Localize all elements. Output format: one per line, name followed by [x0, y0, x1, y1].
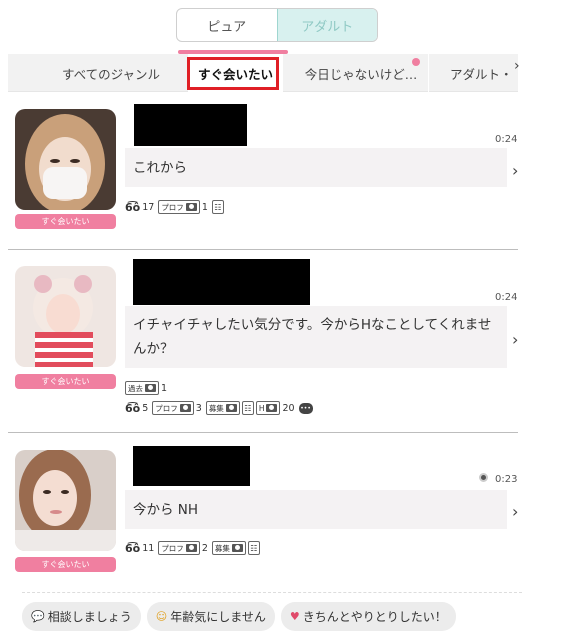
- quick-reply-age[interactable]: ☺ 年齢気にしません: [146, 602, 275, 631]
- message-preview[interactable]: これから: [125, 148, 507, 187]
- quick-reply-list: 💬 相談しましょう ☺ 年齢気にしません ♥ きちんとやりとりしたい！: [22, 602, 456, 631]
- comment-icon: •••: [298, 402, 313, 414]
- profile-photo-count: 2: [201, 542, 208, 554]
- post-time: 0:24: [495, 292, 518, 303]
- quick-reply-label: きちんとやりとりしたい！: [302, 610, 447, 624]
- card-divider: [8, 432, 518, 433]
- camera-icon: [179, 404, 191, 412]
- tab-adult[interactable]: アダルト・: [438, 54, 513, 92]
- document-icon: ☷: [211, 200, 224, 214]
- profile-photo-label: プロフ: [161, 543, 184, 553]
- status-badge: すぐ会いたい: [15, 374, 116, 389]
- camera-icon: [225, 404, 237, 412]
- recruit-photo-chip[interactable]: 募集: [211, 541, 246, 555]
- avatar[interactable]: [15, 450, 116, 551]
- past-photo-chip[interactable]: 過去: [125, 381, 159, 395]
- profile-photo-label: プロフ: [161, 202, 184, 212]
- selected-tab-highlight: [187, 57, 279, 90]
- h-photo-label: H: [258, 403, 265, 413]
- recruit-photo-label: 募集: [214, 543, 230, 553]
- quick-reply-label: 相談しましょう: [47, 610, 132, 624]
- post-time: 0:23: [495, 474, 518, 485]
- camera-icon: [185, 544, 197, 552]
- redacted-username: [133, 446, 250, 486]
- h-photo-count: 20: [282, 402, 295, 414]
- camera-icon: [185, 203, 197, 211]
- h-photo-chip[interactable]: H: [255, 401, 281, 415]
- mode-pure-button[interactable]: ピュア: [177, 9, 277, 41]
- post-stats: 6͡ô 17 プロフ 1 ☷: [125, 200, 224, 214]
- record-icon: [479, 473, 488, 482]
- recruit-photo-chip[interactable]: 募集: [205, 401, 240, 415]
- divider: [22, 592, 522, 593]
- chevron-right-icon[interactable]: ›: [512, 330, 518, 349]
- mode-adult-button[interactable]: アダルト: [276, 9, 377, 41]
- camera-icon: [266, 404, 278, 412]
- document-icon: ☷: [247, 541, 260, 555]
- new-indicator-dot: [412, 58, 420, 66]
- views-icon: 6͡ô: [125, 541, 141, 555]
- profile-photo-chip[interactable]: プロフ: [158, 200, 200, 214]
- post-stats: 6͡ô 11 プロフ 2 募集 ☷: [125, 541, 260, 555]
- message-preview[interactable]: 今から NH: [125, 490, 507, 529]
- views-count: 17: [142, 201, 155, 213]
- views-icon: 6͡ô: [125, 401, 141, 415]
- quick-reply-label: 年齢気にしません: [170, 610, 266, 624]
- views-count: 11: [142, 542, 155, 554]
- document-icon: ☷: [241, 401, 254, 415]
- heart-icon: ♥: [289, 610, 300, 623]
- camera-icon: [231, 544, 243, 552]
- recruit-photo-label: 募集: [208, 403, 224, 413]
- quick-reply-consult[interactable]: 💬 相談しましょう: [22, 602, 141, 631]
- status-badge: すぐ会いたい: [15, 557, 116, 572]
- profile-photo-label: プロフ: [155, 403, 178, 413]
- card-divider: [8, 249, 518, 250]
- views-count: 5: [142, 402, 149, 414]
- status-badge: すぐ会いたい: [15, 214, 116, 229]
- post-time: 0:24: [495, 134, 518, 145]
- tab-all-genres[interactable]: すべてのジャンル: [56, 54, 166, 92]
- smile-face-icon: ☺: [155, 610, 168, 623]
- profile-photo-chip[interactable]: プロフ: [152, 401, 194, 415]
- speech-bubble-icon: 💬: [31, 610, 45, 623]
- chevron-right-icon[interactable]: ›: [512, 502, 518, 521]
- views-icon: 6͡ô: [125, 200, 141, 214]
- tab-divider: [428, 54, 429, 92]
- tab-not-today[interactable]: 今日じゃないけど…: [296, 54, 426, 92]
- camera-icon: [145, 384, 156, 392]
- avatar[interactable]: [15, 266, 116, 367]
- avatar[interactable]: [15, 109, 116, 210]
- post-stats-row2: 6͡ô 5 プロフ 3 募集 ☷ H 20 •••: [125, 401, 313, 415]
- redacted-username: [133, 259, 310, 305]
- past-photo-label: 過去: [128, 383, 143, 393]
- past-photo-count: 1: [161, 382, 168, 394]
- mode-toggle: ピュア アダルト: [176, 8, 378, 42]
- profile-photo-chip[interactable]: プロフ: [158, 541, 200, 555]
- message-preview[interactable]: イチャイチャしたい気分です。今からHなことしてくれませんか？: [125, 306, 507, 368]
- redacted-username: [134, 104, 247, 146]
- quick-reply-proper[interactable]: ♥ きちんとやりとりしたい！: [280, 602, 456, 631]
- profile-photo-count: 1: [201, 201, 208, 213]
- chevron-right-icon[interactable]: ›: [512, 161, 518, 180]
- post-stats-row1: 過去 1: [125, 381, 169, 395]
- profile-photo-count: 3: [195, 402, 202, 414]
- chevron-right-icon[interactable]: ›: [514, 58, 520, 74]
